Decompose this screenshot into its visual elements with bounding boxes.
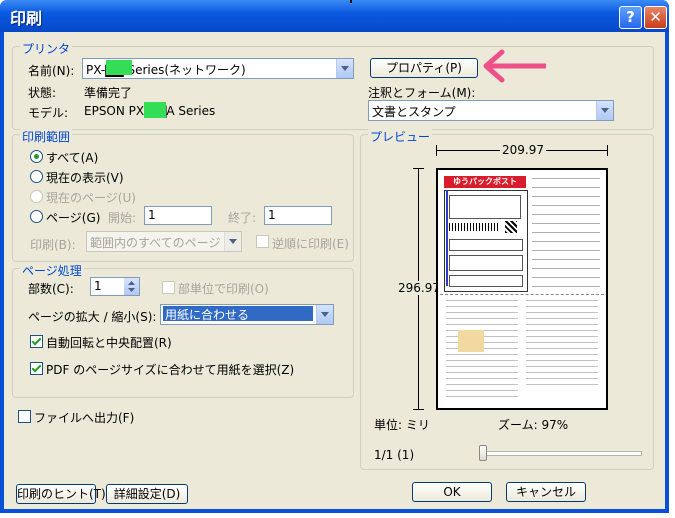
window-title: 印刷 [10, 9, 43, 28]
collate-label: 部単位で印刷(O) [178, 282, 269, 296]
preview-group-label: プレビュー [368, 128, 433, 145]
printer-name-label: 名前(N): [28, 64, 75, 78]
preview-text-lines [526, 300, 598, 390]
printer-model-label: モデル: [28, 106, 69, 120]
printer-status-value: 準備完了 [84, 86, 133, 100]
width-dimension-tick [436, 145, 437, 156]
redaction-mark [144, 102, 166, 118]
chevron-down-icon[interactable] [336, 59, 353, 78]
radio-current-page [30, 190, 43, 203]
print-to-file-checkbox[interactable] [18, 410, 31, 423]
cancel-button[interactable]: キャンセル [506, 482, 586, 502]
start-page-input[interactable]: 1 [144, 206, 212, 225]
scaling-label: ページの拡大 / 縮小(S): [28, 310, 157, 324]
copies-value: 1 [94, 279, 102, 293]
start-page-label: 開始: [108, 211, 137, 225]
end-page-value: 1 [268, 208, 276, 222]
annotations-label: 注釈とフォーム(M): [368, 86, 476, 100]
height-dimension-tick [413, 168, 424, 169]
preview-zoom: ズーム: 97% [498, 418, 569, 432]
annotations-select[interactable]: 文書とスタンプ [368, 100, 614, 121]
preview-blue-rule [446, 190, 448, 286]
radio-pages-label[interactable]: ページ(G) [46, 209, 100, 226]
scaling-value: 用紙に合わせる [163, 306, 313, 322]
width-dimension-tick [607, 145, 608, 156]
chevron-down-icon [224, 232, 241, 251]
pdf-page-size-checkbox[interactable] [30, 362, 43, 375]
end-page-label: 終了: [228, 211, 257, 225]
preview-label-box [444, 190, 528, 292]
scaling-select[interactable]: 用紙に合わせる [160, 304, 334, 325]
preview-unit: 単位: ミリ [374, 418, 430, 432]
reverse-order-label: 逆順に印刷(E) [272, 237, 349, 251]
copies-label: 部数(C): [28, 282, 74, 296]
preview-page-slider-thumb[interactable] [479, 445, 487, 461]
title-bar: 印刷 ? ✕ [0, 0, 669, 32]
copies-spinner-icon[interactable] [124, 278, 139, 295]
auto-rotate-label[interactable]: 自動回転と中央配置(R) [46, 334, 172, 351]
help-button[interactable]: ? [619, 6, 642, 29]
properties-button[interactable]: プロパティ(P) [370, 58, 478, 78]
print-to-file-label[interactable]: ファイルへ出力(F) [34, 409, 134, 426]
page-handling-group-label: ページ処理 [20, 262, 84, 279]
pdf-page-size-label[interactable]: PDF のページサイズに合わせて用紙を選択(Z) [46, 361, 294, 378]
print-tips-button[interactable]: 印刷のヒント(T) [16, 484, 106, 504]
desktop-edge [669, 0, 675, 518]
radio-pages[interactable] [30, 210, 43, 223]
radio-all-label[interactable]: すべて(A) [46, 149, 98, 166]
chevron-down-icon[interactable] [596, 101, 613, 120]
annotations-value: 文書とスタンプ [372, 105, 456, 119]
desktop-fragment [350, 0, 352, 3]
print-subset-value: 範囲内のすべてのページ [90, 236, 221, 250]
close-button[interactable]: ✕ [644, 6, 667, 29]
radio-current-view[interactable] [30, 170, 43, 183]
printer-group-label: プリンタ [20, 40, 73, 57]
chevron-down-icon[interactable] [316, 305, 333, 324]
print-dialog-window: 印刷 ? ✕ プリンタ 名前(N): PX-▇▇ Series(ネットワーク) … [0, 0, 669, 513]
dialog-client-area: プリンタ 名前(N): PX-▇▇ Series(ネットワーク) 状態: 準備完… [4, 32, 665, 509]
preview-doc-header: ゆうパックポスト [444, 176, 526, 188]
preview-page-slider-track[interactable] [480, 451, 642, 456]
reverse-order-checkbox [256, 235, 269, 248]
ok-button[interactable]: OK [412, 482, 492, 502]
preview-text-lines [532, 178, 600, 288]
auto-rotate-checkbox[interactable] [30, 335, 43, 348]
end-page-input[interactable]: 1 [264, 206, 332, 225]
radio-all[interactable] [30, 150, 43, 163]
copies-input[interactable]: 1 [90, 277, 140, 296]
radio-current-view-label[interactable]: 現在の表示(V) [46, 169, 124, 186]
height-dimension-tick [413, 409, 424, 410]
preview-illustration [458, 330, 484, 352]
print-subset-select: 範囲内のすべてのページ [86, 231, 242, 252]
start-page-value: 1 [148, 208, 156, 222]
collate-checkbox [162, 281, 175, 294]
preview-page-indicator: 1/1 (1) [374, 448, 415, 462]
arrow-annotation-icon [483, 49, 546, 83]
preview-cut-line [440, 294, 604, 296]
preview-width-value: 209.97 [500, 143, 546, 157]
print-range-group-label: 印刷範囲 [20, 128, 73, 145]
radio-current-page-label: 現在のページ(U) [46, 191, 136, 205]
preview-page: ゆうパックポスト [436, 168, 608, 410]
printer-status-label: 状態: [28, 86, 57, 100]
advanced-settings-button[interactable]: 詳細設定(D) [106, 484, 188, 504]
redaction-mark [106, 60, 132, 75]
print-subset-label: 印刷(B): [30, 238, 76, 252]
preview-height-value: 296.97 [398, 281, 440, 295]
